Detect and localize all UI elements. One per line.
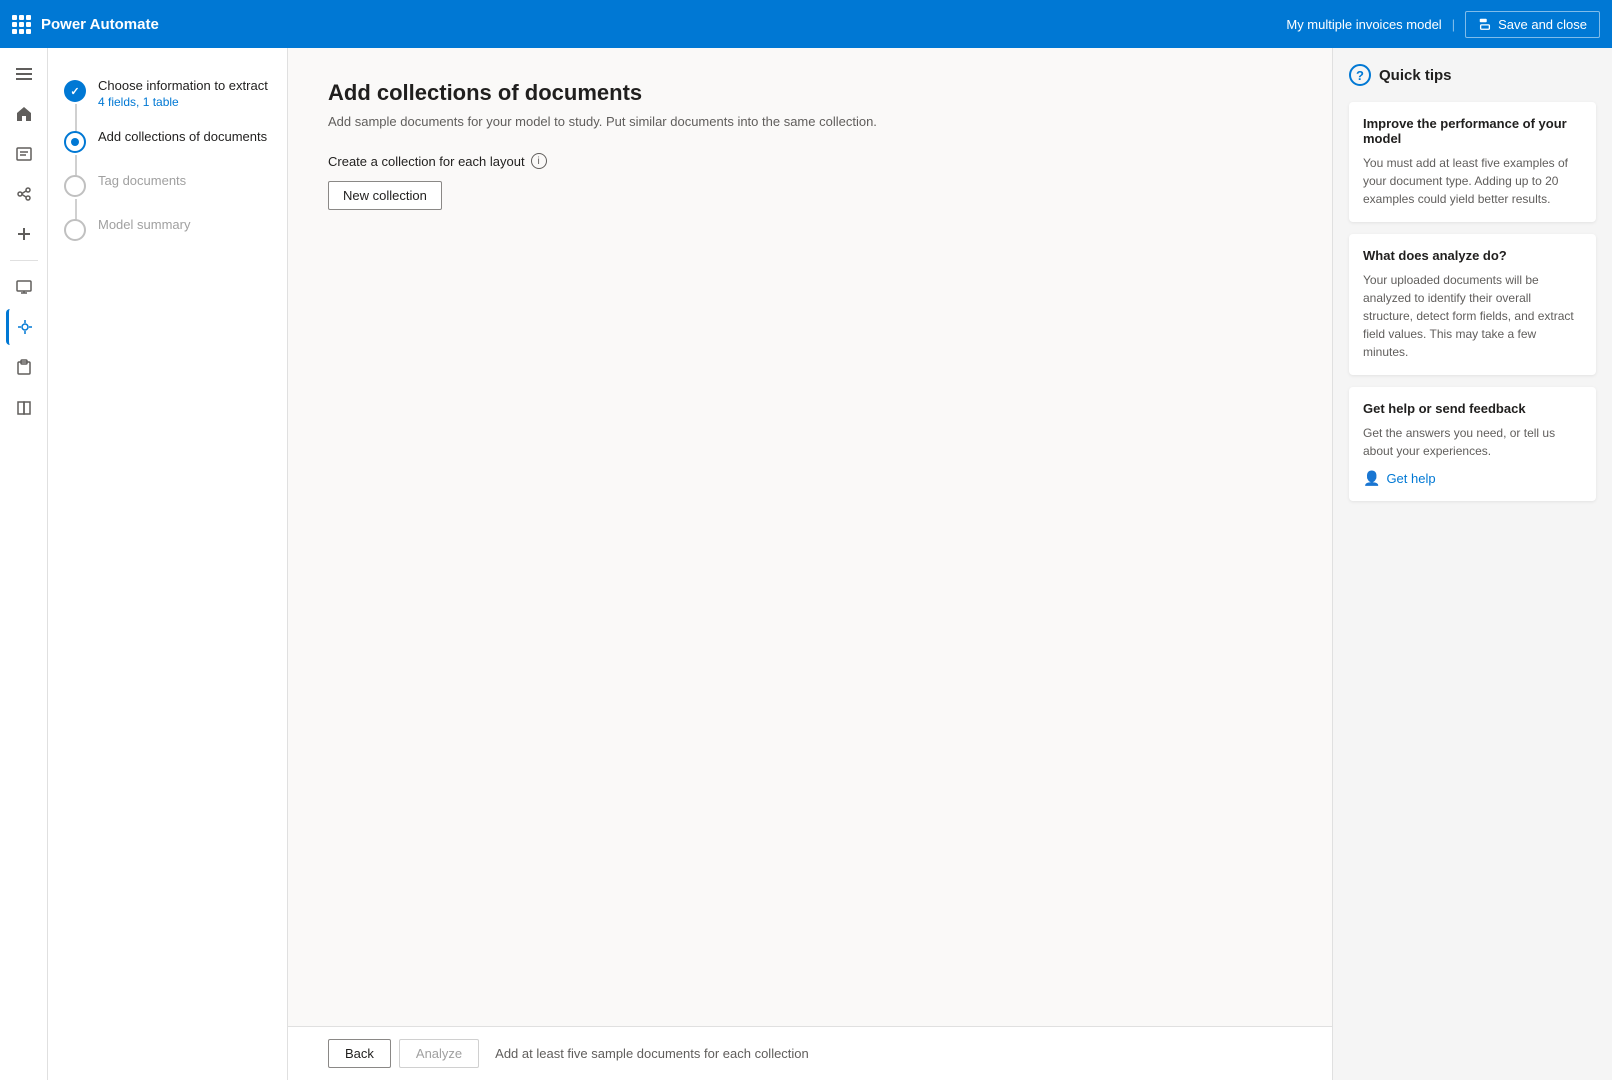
monitor-icon (15, 278, 33, 296)
docs-nav-icon[interactable] (6, 389, 42, 425)
info-icon[interactable]: i (531, 153, 547, 169)
add-nav-icon[interactable] (6, 216, 42, 252)
wizard-step-1: ✓ Choose information to extract 4 fields… (64, 68, 271, 119)
tip-3-text: Get the answers you need, or tell us abo… (1363, 424, 1582, 460)
tip-card-1: Improve the performance of your model Yo… (1349, 102, 1596, 222)
quick-tips-header: ? Quick tips (1349, 64, 1596, 86)
step-2-dot (71, 138, 79, 146)
activity-nav-icon[interactable] (6, 136, 42, 172)
ai-icon (16, 318, 34, 336)
tip-1-text: You must add at least five examples of y… (1363, 154, 1582, 208)
connections-icon (15, 185, 33, 203)
save-close-button[interactable]: Save and close (1465, 11, 1600, 38)
step-1-title: Choose information to extract (98, 78, 268, 93)
analyze-button: Analyze (399, 1039, 479, 1068)
step-2-circle (64, 131, 86, 153)
tip-1-title: Improve the performance of your model (1363, 116, 1582, 146)
step-4-title: Model summary (98, 217, 190, 232)
content-area: Add collections of documents Add sample … (288, 48, 1332, 1080)
activity-icon (15, 145, 33, 163)
wizard-step-3: Tag documents (64, 163, 271, 207)
step-1-circle: ✓ (64, 80, 86, 102)
content-main: Add collections of documents Add sample … (288, 48, 1332, 1026)
left-nav (0, 48, 48, 1080)
clipboard-nav-icon[interactable] (6, 349, 42, 385)
wizard-step-4: Model summary (64, 207, 271, 251)
home-nav-icon[interactable] (6, 96, 42, 132)
ai-models-nav-icon[interactable] (6, 309, 42, 345)
section-label: Create a collection for each layout i (328, 153, 1292, 169)
step-3-title: Tag documents (98, 173, 186, 188)
step-4-content: Model summary (98, 217, 190, 232)
step-1-content: Choose information to extract 4 fields, … (98, 78, 268, 109)
step-3-content: Tag documents (98, 173, 186, 188)
home-icon (15, 105, 33, 123)
add-icon (15, 225, 33, 243)
app-title: Power Automate (41, 16, 159, 33)
topbar-right: My multiple invoices model | Save and cl… (1286, 11, 1600, 38)
apps-grid-icon[interactable] (12, 15, 31, 34)
connections-nav-icon[interactable] (6, 176, 42, 212)
get-help-icon: 👤 (1363, 470, 1380, 487)
section-label-text: Create a collection for each layout (328, 154, 525, 169)
nav-divider-1 (10, 260, 38, 261)
step-2-title: Add collections of documents (98, 129, 267, 144)
hamburger-nav-icon[interactable] (6, 56, 42, 92)
get-help-label: Get help (1386, 471, 1435, 486)
get-help-link[interactable]: 👤 Get help (1363, 470, 1582, 487)
tip-card-2: What does analyze do? Your uploaded docu… (1349, 234, 1596, 375)
tip-2-title: What does analyze do? (1363, 248, 1582, 263)
topbar-left: Power Automate (12, 15, 159, 34)
new-collection-button[interactable]: New collection (328, 181, 442, 210)
wizard-panel: ✓ Choose information to extract 4 fields… (48, 48, 288, 1080)
page-title: Add collections of documents (328, 80, 1292, 106)
hamburger-icon (16, 68, 32, 80)
main-layout: ✓ Choose information to extract 4 fields… (0, 48, 1612, 1080)
tip-card-3: Get help or send feedback Get the answer… (1349, 387, 1596, 501)
tip-3-title: Get help or send feedback (1363, 401, 1582, 416)
save-icon (1478, 17, 1492, 31)
quick-tips-title: Quick tips (1379, 67, 1452, 84)
page-subtitle: Add sample documents for your model to s… (328, 114, 1292, 129)
monitor-nav-icon[interactable] (6, 269, 42, 305)
step-4-circle (64, 219, 86, 241)
step-1-subtitle[interactable]: 4 fields, 1 table (98, 95, 268, 109)
separator: | (1452, 17, 1455, 32)
footer-hint: Add at least five sample documents for e… (495, 1046, 809, 1061)
tip-2-text: Your uploaded documents will be analyzed… (1363, 271, 1582, 361)
step-3-circle (64, 175, 86, 197)
topbar: Power Automate My multiple invoices mode… (0, 0, 1612, 48)
model-name-label: My multiple invoices model (1286, 17, 1441, 32)
book-icon (15, 398, 33, 416)
step-2-content: Add collections of documents (98, 129, 267, 144)
quick-tips-panel: ? Quick tips Improve the performance of … (1332, 48, 1612, 1080)
back-button[interactable]: Back (328, 1039, 391, 1068)
tips-question-icon: ? (1349, 64, 1371, 86)
wizard-step-2: Add collections of documents (64, 119, 271, 163)
step-1-check: ✓ (70, 85, 79, 98)
content-footer: Back Analyze Add at least five sample do… (288, 1026, 1332, 1080)
clipboard-icon (15, 358, 33, 376)
